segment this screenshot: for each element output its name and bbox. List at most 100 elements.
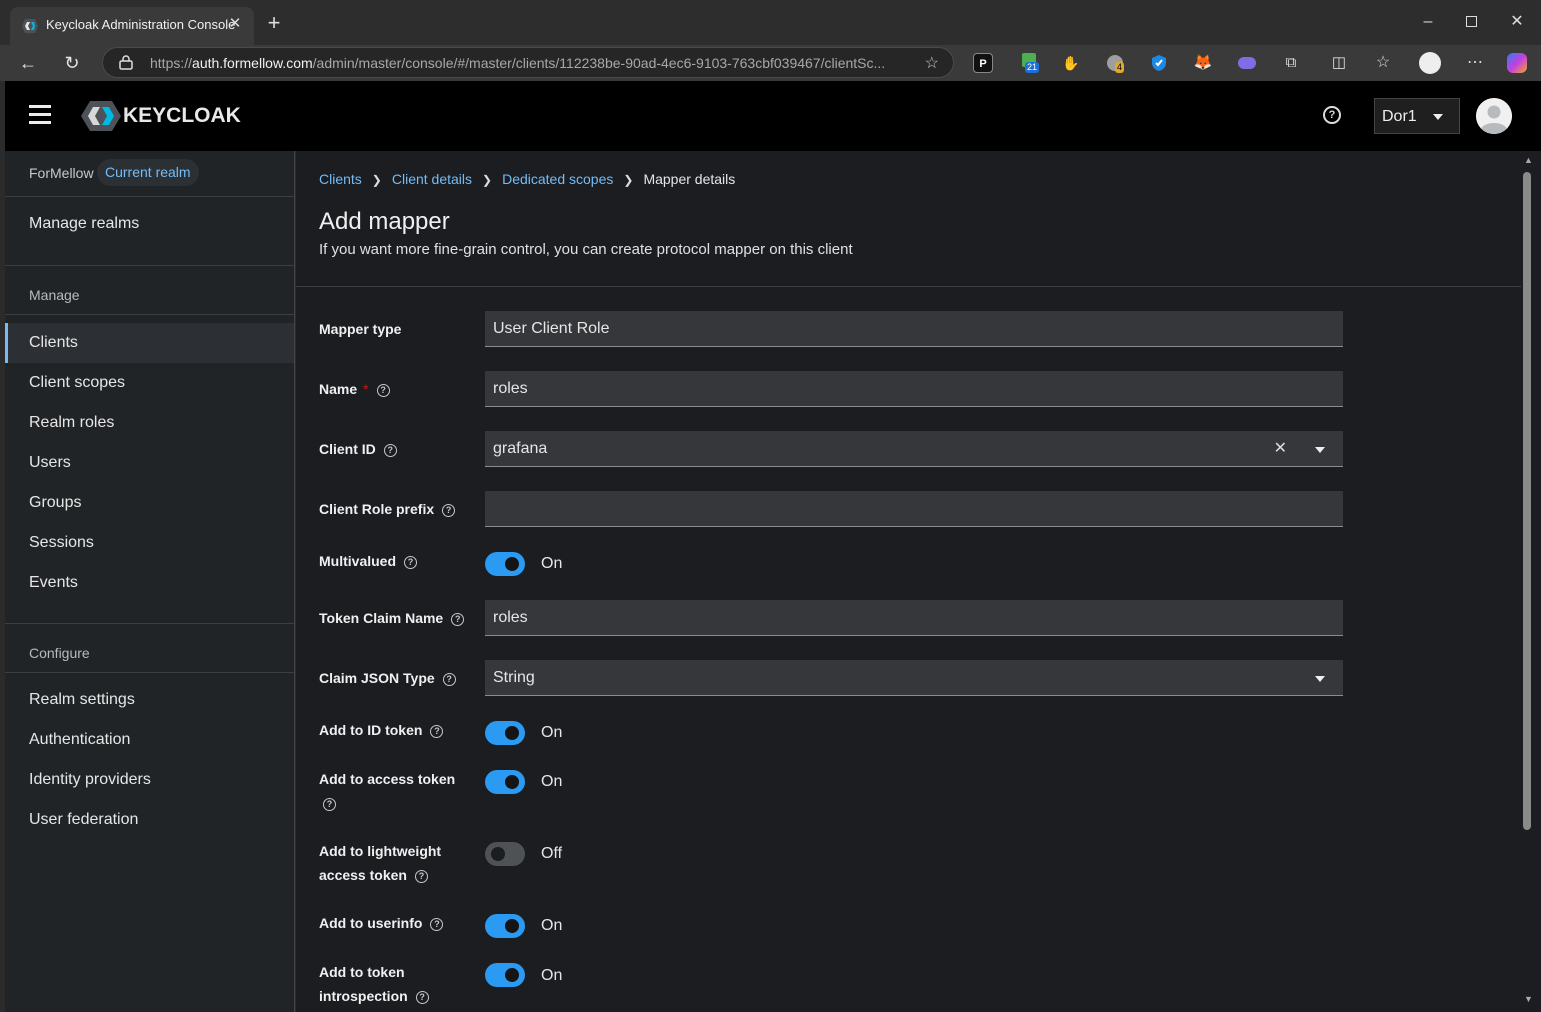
keycloak-logo[interactable]: KEYCLOAK [81,100,241,132]
back-button[interactable]: ← [14,49,42,77]
scrollbar-thumb[interactable] [1523,172,1531,830]
add-to-lightweight-toggle[interactable] [485,842,525,866]
help-icon[interactable]: ? [323,797,336,811]
main-content: Clients ❯ Client details ❯ Dedicated scopes ❯… [296,151,1521,1012]
favorites-icon[interactable]: ☆ [1373,53,1393,73]
sidebar-item-realm-settings[interactable]: Realm settings [5,680,294,720]
client-role-prefix-input[interactable] [485,491,1343,527]
sidebar-divider [5,623,294,624]
help-icon[interactable]: ? [430,917,444,931]
add-to-introspection-toggle[interactable] [485,963,525,987]
divider [296,286,1521,287]
minimize-window-button[interactable]: – [1416,10,1440,34]
help-icon[interactable]: ? [404,555,418,569]
claim-json-type-select[interactable]: String [485,660,1343,696]
sidebar-item-authentication[interactable]: Authentication [5,720,294,760]
client-role-prefix-label: Client Role prefix? [319,497,456,521]
breadcrumb: Clients ❯ Client details ❯ Dedicated scopes ❯… [319,171,735,187]
help-icon[interactable]: ? [376,383,390,397]
sidebar-item-realm-roles[interactable]: Realm roles [5,403,294,443]
add-to-lightweight-label: Add to lightweight access token? [319,843,442,883]
hamburger-menu-icon[interactable] [29,105,51,124]
user-dropdown[interactable]: Dor1 [1374,98,1460,134]
add-to-userinfo-toggle[interactable] [485,914,525,938]
help-icon[interactable]: ? [415,990,429,1004]
help-icon[interactable]: ? [383,443,397,457]
add-to-access-token-toggle[interactable] [485,770,525,794]
tab-title: Keycloak Administration Console [46,17,236,32]
sidebar-section-manage: Manage [29,287,80,303]
sidebar-divider [5,672,294,673]
maximize-window-button[interactable] [1459,10,1483,34]
address-bar[interactable]: https://auth.formellow.com/admin/master/… [102,47,954,78]
close-window-button[interactable]: ✕ [1505,10,1529,34]
extension-calendar-icon[interactable]: 21 [1019,53,1040,73]
add-to-id-token-label: Add to ID token? [319,718,444,742]
favorite-star-icon[interactable]: ☆ [925,53,939,73]
multivalued-label: Multivalued? [319,549,418,573]
realm-selector[interactable]: ForMellow Current realm [5,151,294,197]
client-id-select[interactable]: grafana ✕ [485,431,1343,467]
sidebar-item-manage-realms[interactable]: Manage realms [5,204,294,244]
extension-hands-icon[interactable]: ✋ [1061,53,1081,73]
browser-tabstrip: Keycloak Administration Console ✕ + – ✕ [0,0,1541,45]
sidebar-item-client-scopes[interactable]: Client scopes [5,363,294,403]
user-avatar-icon [1476,98,1512,134]
add-to-id-token-state: On [541,724,563,741]
help-icon[interactable]: ? [1323,106,1341,124]
add-to-id-token-toggle[interactable] [485,721,525,745]
token-claim-name-input[interactable]: roles [485,600,1343,636]
calendar-badge: 21 [1025,62,1040,73]
sidebar-item-events[interactable]: Events [5,563,294,603]
help-icon[interactable]: ? [451,612,465,626]
sidebar-item-identity-providers[interactable]: Identity providers [5,760,294,800]
help-icon[interactable]: ? [442,672,456,686]
extension-p-icon[interactable]: P [973,53,993,73]
current-realm-badge: Current realm [97,159,199,186]
add-to-access-token-state: On [541,773,563,790]
breadcrumb-client-details[interactable]: Client details [392,171,472,187]
extension-shield-icon[interactable] [1149,53,1169,73]
sidebar-item-sessions[interactable]: Sessions [5,523,294,563]
scroll-down-icon[interactable]: ▼ [1524,994,1533,1004]
name-input[interactable]: roles [485,371,1343,407]
add-to-introspection-label: Add to token introspection? [319,960,429,1008]
breadcrumb-clients[interactable]: Clients [319,171,362,187]
sidebar-divider [5,265,294,266]
profile-avatar-icon[interactable] [1419,52,1441,74]
clear-icon[interactable]: ✕ [1274,431,1287,466]
more-menu-icon[interactable]: ⋯ [1465,53,1485,73]
help-icon[interactable]: ? [414,869,428,883]
split-screen-icon[interactable]: ◫ [1329,53,1349,73]
browser-toolbar: ← ↻ https://auth.formellow.com/admin/mas… [0,45,1541,81]
close-tab-icon[interactable]: ✕ [226,15,244,33]
caret-down-icon[interactable] [1315,447,1325,453]
claim-json-type-label: Claim JSON Type? [319,666,456,690]
extension-fox-icon[interactable]: 🦊 [1193,53,1213,73]
new-tab-button[interactable]: + [262,12,286,36]
sidebar-item-clients[interactable]: Clients [5,323,294,363]
token-claim-name-label: Token Claim Name? [319,606,465,630]
browser-tab[interactable]: Keycloak Administration Console ✕ [10,7,254,45]
page-title: Add mapper [319,208,450,235]
name-label: Name *? [319,377,390,401]
extensions-puzzle-icon[interactable]: ⧉ [1281,53,1301,73]
help-icon[interactable]: ? [430,724,444,738]
reload-button[interactable]: ↻ [58,49,86,77]
caret-down-icon [1433,114,1443,120]
sidebar-item-user-federation[interactable]: User federation [5,800,294,840]
scroll-up-icon[interactable]: ▲ [1524,155,1533,165]
url-text: https://auth.formellow.com/admin/master/… [150,55,886,71]
multivalued-toggle[interactable] [485,552,525,576]
extension-gamepad-icon[interactable] [1237,53,1257,73]
help-icon[interactable]: ? [442,503,456,517]
copilot-icon[interactable] [1507,53,1527,73]
client-id-value: grafana [493,440,548,457]
sidebar-item-groups[interactable]: Groups [5,483,294,523]
breadcrumb-dedicated-scopes[interactable]: Dedicated scopes [502,171,613,187]
sidebar-item-users[interactable]: Users [5,443,294,483]
extension-gear-icon[interactable]: 4 [1105,53,1125,73]
user-name: Dor1 [1382,108,1417,125]
avatar[interactable] [1476,98,1512,134]
logo-text: KEYCLOAK [123,104,241,127]
